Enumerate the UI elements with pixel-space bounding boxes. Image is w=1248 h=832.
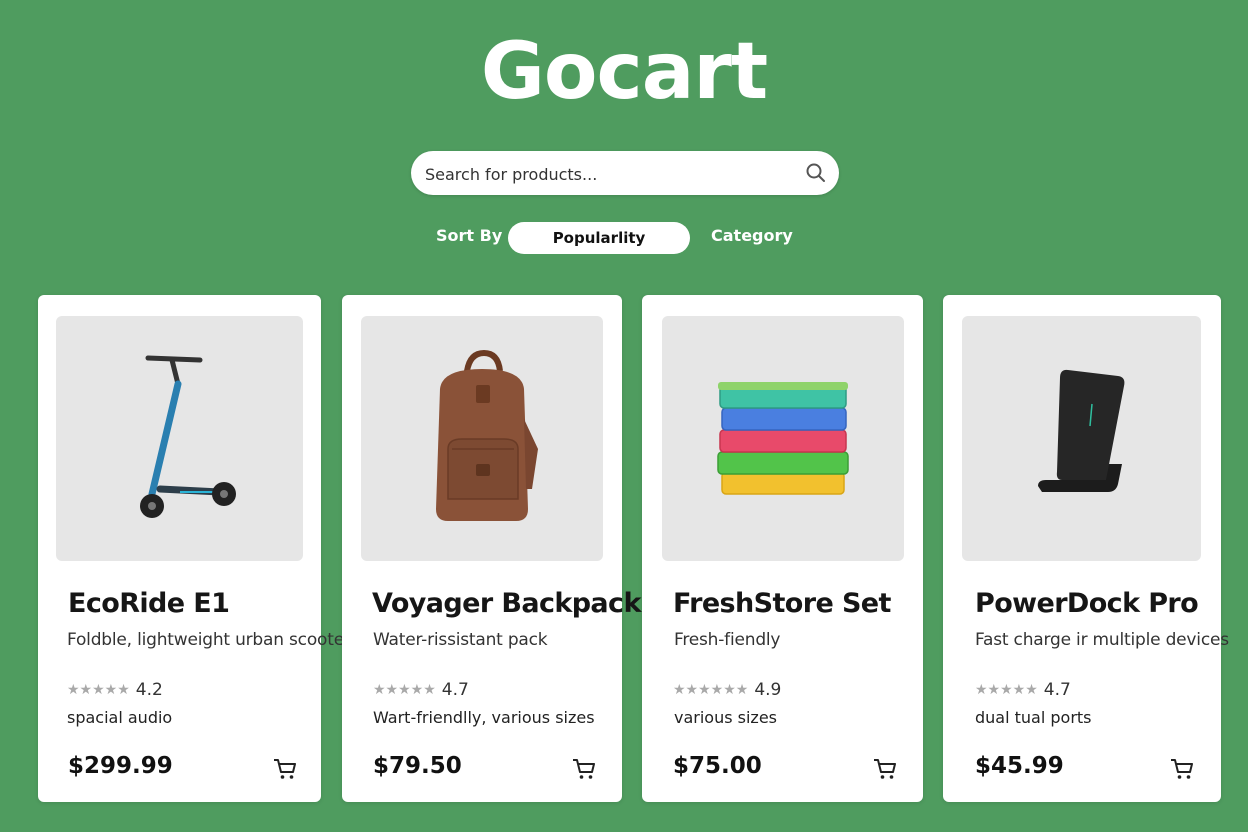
product-name[interactable]: Voyager Backpack: [372, 588, 641, 619]
cart-icon[interactable]: [1170, 758, 1194, 780]
product-feature: Wart-friendlly, various sizes: [373, 708, 595, 727]
product-price: $45.99: [975, 753, 1064, 779]
product-image[interactable]: [361, 316, 603, 561]
rating-value: 4.9: [754, 680, 782, 700]
product-price: $75.00: [673, 753, 762, 779]
search-icon[interactable]: [804, 161, 828, 185]
product-card-voyager[interactable]: Voyager Backpack Water-rissistant pack ★…: [342, 295, 641, 802]
sort-label: Sort By: [436, 226, 503, 245]
product-image[interactable]: [662, 316, 904, 561]
cart-icon[interactable]: [873, 758, 897, 780]
star-rating-icons: ★★★★★★: [673, 682, 749, 698]
product-feature: dual tual ports: [975, 708, 1092, 727]
charger-icon: [1037, 369, 1124, 492]
app-title: Gocart: [480, 27, 768, 117]
product-description: Fresh-fiendly: [674, 630, 781, 650]
rating-value: 4.7: [1043, 680, 1071, 700]
rating-value: 4.2: [135, 680, 163, 700]
product-description: Water-rissistant pack: [373, 630, 548, 650]
product-image[interactable]: [56, 316, 303, 561]
product-name[interactable]: EcoRide E1: [68, 588, 230, 619]
search-input[interactable]: [423, 157, 797, 191]
product-rating: ★★★★★ 4.7: [373, 680, 469, 700]
product-description: Foldble, lightweight urban scooter: [67, 630, 351, 650]
backpack-icon: [436, 349, 538, 521]
star-rating-icons: ★★★★★: [373, 682, 436, 698]
cart-icon[interactable]: [273, 758, 297, 780]
cart-icon[interactable]: [572, 758, 596, 780]
product-card-freshstore[interactable]: FreshStore Set Fresh-fiendly ★★★★★★ 4.9 …: [642, 295, 923, 802]
product-name[interactable]: FreshStore Set: [673, 588, 891, 619]
scooter-icon: [139, 355, 236, 518]
product-feature: spacial audio: [67, 708, 173, 727]
product-rating: ★★★★★ 4.2: [67, 680, 163, 700]
category-filter[interactable]: Category: [711, 226, 793, 245]
rating-value: 4.7: [441, 680, 469, 700]
product-card-ecoride[interactable]: EcoRide E1 Foldble, lightweight urban sc…: [38, 295, 351, 802]
product-price: $79.50: [373, 753, 462, 779]
product-price: $299.99: [68, 753, 173, 779]
product-rating: ★★★★★ 4.7: [975, 680, 1071, 700]
star-rating-icons: ★★★★★: [975, 682, 1038, 698]
product-image[interactable]: [962, 316, 1201, 561]
product-feature: various sizes: [674, 708, 778, 727]
product-description: Fast charge ir multiple devices: [975, 630, 1229, 650]
star-rating-icons: ★★★★★: [67, 682, 130, 698]
sort-select[interactable]: Popularlity: [508, 222, 690, 254]
product-card-powerdock[interactable]: PowerDock Pro Fast charge ir multiple de…: [943, 295, 1229, 802]
product-rating: ★★★★★★ 4.9: [673, 680, 781, 700]
product-name[interactable]: PowerDock Pro: [975, 588, 1199, 619]
containers-icon: [717, 381, 849, 495]
search-bar: [411, 151, 839, 195]
